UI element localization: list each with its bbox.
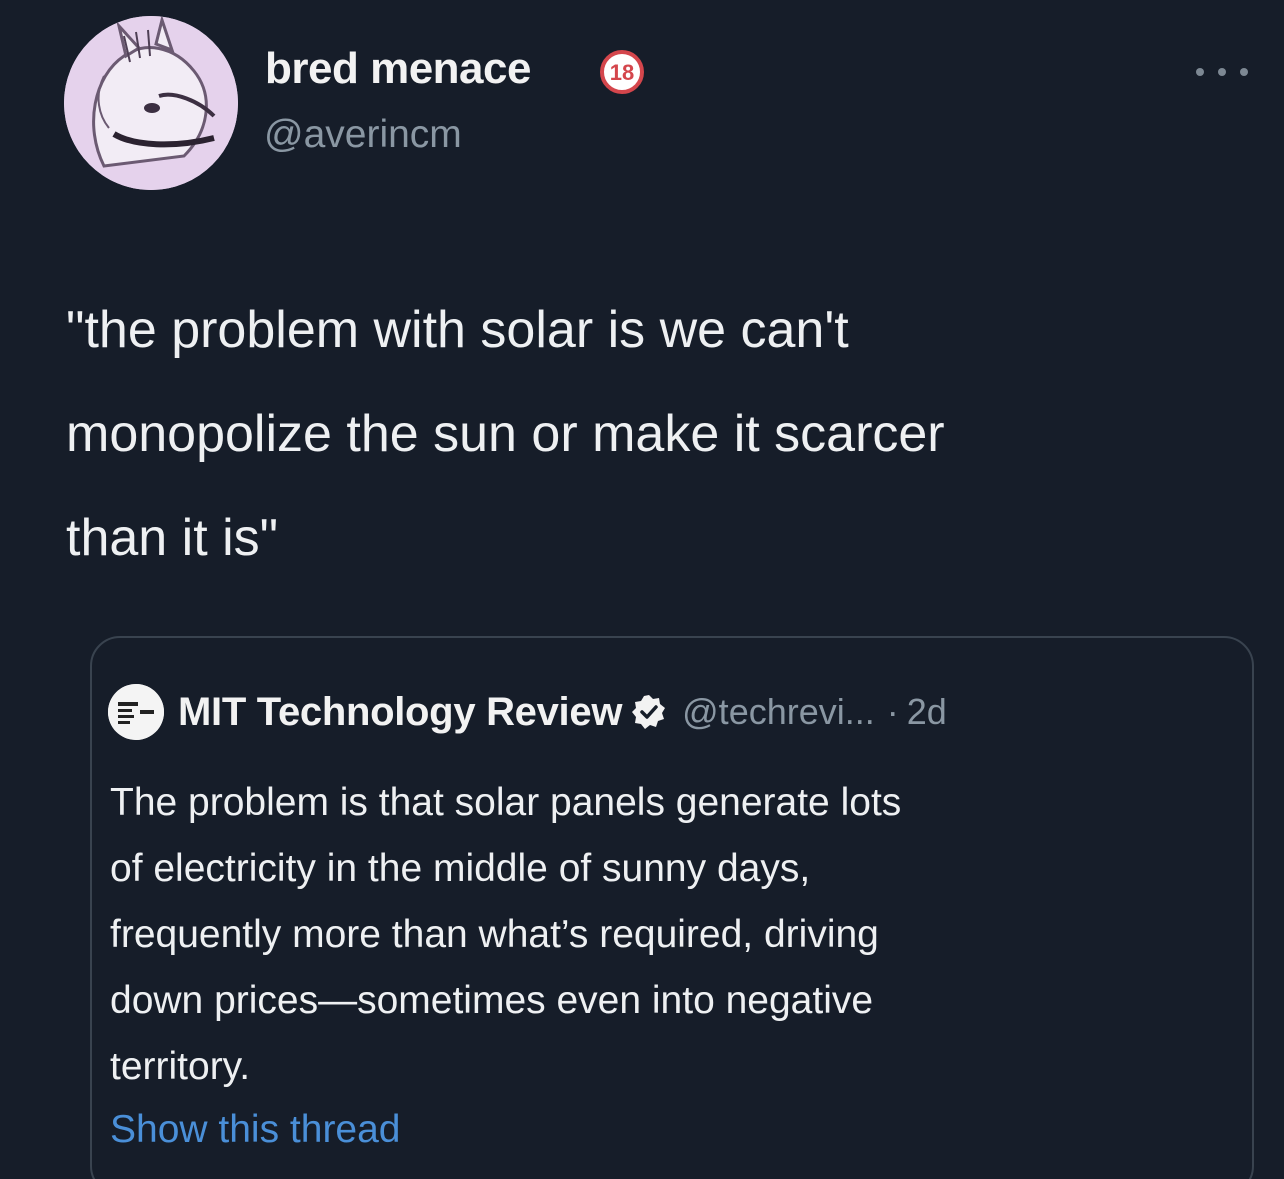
age-badge-label: 18 [610, 60, 634, 85]
quoted-author-handle[interactable]: @techrevi... [682, 691, 875, 733]
quoted-text-line: down prices—sometimes even into negative [110, 979, 874, 1022]
furry-character-avatar-icon [64, 16, 238, 190]
verified-badge-icon [632, 695, 666, 729]
dot-separator: · [886, 691, 899, 732]
author-avatar[interactable] [64, 16, 238, 190]
tweet-text-line: than it is" [66, 509, 279, 567]
age-18-badge-icon: 18 [600, 50, 644, 94]
show-this-thread-link[interactable]: Show this thread [110, 1108, 401, 1152]
more-options-button[interactable] [1196, 62, 1248, 82]
quoted-tweet-header: MIT Technology Review @techrevi... · 2d [108, 684, 947, 740]
more-horizontal-icon [1196, 68, 1204, 76]
quoted-tweet-timestamp[interactable]: 2d [907, 691, 947, 733]
tweet: bred menace 18 @averincm "the problem wi… [0, 0, 1284, 1179]
quoted-tweet-text: The problem is that solar panels generat… [110, 770, 1220, 1100]
quoted-text-line: territory. [110, 1045, 251, 1088]
quoted-author-avatar[interactable] [108, 684, 164, 740]
author-handle[interactable]: @averincm [264, 113, 462, 157]
author-display-name[interactable]: bred menace [265, 44, 531, 94]
more-horizontal-icon [1218, 68, 1226, 76]
tweet-text: "the problem with solar is we can't mono… [66, 278, 1256, 590]
quoted-text-line: of electricity in the middle of sunny da… [110, 847, 811, 890]
quoted-author-display-name[interactable]: MIT Technology Review [178, 690, 622, 735]
quoted-text-line: The problem is that solar panels generat… [110, 781, 902, 824]
tweet-text-line: "the problem with solar is we can't [66, 301, 849, 359]
quoted-text-line: frequently more than what’s required, dr… [110, 913, 879, 956]
mit-logo-icon [108, 684, 164, 740]
more-horizontal-icon [1240, 68, 1248, 76]
tweet-text-line: monopolize the sun or make it scarcer [66, 405, 945, 463]
